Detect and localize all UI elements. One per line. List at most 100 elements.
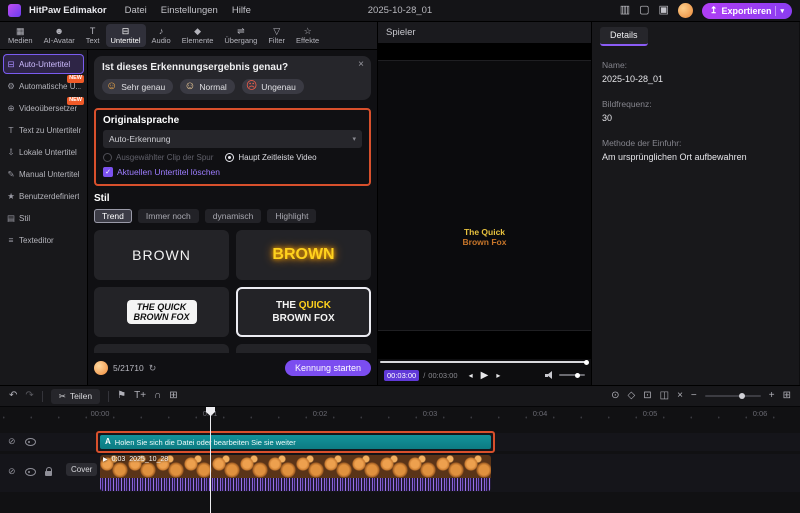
field-value: 30 — [602, 113, 789, 123]
text-icon: T — [90, 27, 96, 36]
feedback-option-normal[interactable]: ☺Normal — [180, 79, 235, 94]
style-preview-word: THE — [276, 300, 296, 311]
style-tab-dynamisch[interactable]: dynamisch — [205, 209, 262, 223]
zoom-out-icon[interactable]: − — [691, 391, 697, 401]
feedback-bubble-icon[interactable]: ▢ — [639, 5, 649, 16]
style-tab-immer-noch[interactable]: Immer noch — [138, 209, 199, 223]
feedback-option-ungenau[interactable]: ☹Ungenau — [242, 79, 304, 94]
video-preview[interactable]: The Quick Brown Fox — [378, 44, 591, 359]
sidebar-item-label: Texteditor — [19, 236, 54, 245]
magnet-icon[interactable]: ∩ — [154, 391, 161, 401]
volume-slider[interactable] — [559, 374, 585, 376]
sidebar-item-automatische-untertitel[interactable]: ⚙Automatische U...NEW — [3, 76, 84, 96]
account-avatar[interactable] — [94, 361, 108, 375]
playhead[interactable] — [210, 407, 211, 513]
play-icon[interactable]: ▶ — [481, 370, 489, 381]
split-label: Teilen — [70, 391, 92, 401]
feedback-option-sehr-genau[interactable]: ☺Sehr genau — [102, 79, 173, 94]
subtitle-track-visibility-icon[interactable] — [25, 437, 36, 446]
ruler-label: 0:05 — [641, 409, 660, 418]
voiceover-mic-icon[interactable]: ⊙ — [611, 391, 619, 401]
refresh-icon[interactable]: ↻ — [149, 363, 157, 374]
zoom-slider-handle[interactable] — [739, 393, 745, 399]
style-preview-line: THE QUICK — [134, 302, 190, 312]
prev-frame-icon[interactable]: ◂ — [469, 371, 473, 380]
marker-icon[interactable]: ⚑ — [117, 391, 126, 401]
volume-icon[interactable] — [545, 371, 554, 380]
next-frame-icon[interactable]: ▸ — [496, 371, 500, 380]
keyframe-icon[interactable]: ◇ — [628, 391, 636, 401]
volume-handle[interactable] — [575, 373, 580, 378]
style-card-white-box[interactable]: THE QUICK BROWN FOX — [94, 287, 229, 337]
player-panel: Spieler The Quick Brown Fox 00:03:00 /00… — [378, 22, 592, 385]
delete-icon[interactable]: × — [677, 391, 683, 401]
sidebar-item-texteditor[interactable]: ≡Texteditor — [3, 230, 84, 250]
subtitle-track-disable-icon[interactable]: ⊘ — [8, 436, 16, 447]
add-text-icon[interactable]: T+ — [134, 391, 146, 401]
sidebar-item-lokale-untertitel[interactable]: ⇩Lokale Untertitel — [3, 142, 84, 162]
tab-text[interactable]: TText — [81, 24, 105, 47]
tab-untertitel[interactable]: ⊟Untertitel — [106, 24, 146, 47]
video-track-visibility-icon[interactable] — [25, 467, 36, 476]
export-button[interactable]: ↥ Exportieren ▾ — [702, 3, 792, 19]
language-dropdown[interactable]: Auto-Erkennung ▾ — [103, 130, 362, 148]
menu-hilfe[interactable]: Hilfe — [232, 5, 251, 16]
radio-main-timeline[interactable]: Haupt Zeitleiste Video — [225, 153, 316, 162]
zoom-slider[interactable] — [705, 395, 761, 397]
layout-panels-icon[interactable]: ▥ — [620, 5, 630, 16]
ripple-icon[interactable]: ⊞ — [169, 391, 177, 401]
menu-datei[interactable]: Datei — [125, 5, 147, 16]
tab-ai-avatar[interactable]: ☻AI-Avatar — [39, 24, 80, 47]
delete-current-subtitles-checkbox[interactable]: ✓ Aktuellen Untertitel löschen — [103, 167, 362, 177]
video-track-lock-icon[interactable] — [45, 467, 53, 476]
style-card-yellow-highlight[interactable]: THE QUICK BROWN FOX — [94, 344, 229, 353]
style-card-plain[interactable]: BROWN — [94, 230, 229, 280]
zoom-in-icon[interactable]: + — [769, 391, 775, 401]
menu-einstellungen[interactable]: Einstellungen — [161, 5, 218, 16]
effects-icon: ☆ — [304, 27, 312, 36]
tab-elemente[interactable]: ◆Elemente — [177, 24, 219, 47]
user-avatar[interactable] — [678, 3, 693, 18]
style-tab-highlight[interactable]: Highlight — [267, 209, 316, 223]
video-clip[interactable]: ▶ 0:03 2025_10_28 — [100, 455, 491, 491]
split-button[interactable]: ✂ Teilen — [51, 389, 100, 404]
sidebar-item-manual-untertitel[interactable]: ✎Manual Untertitel — [3, 164, 84, 184]
seek-handle[interactable] — [584, 360, 589, 365]
tab-uebergang[interactable]: ⇌Übergang — [219, 24, 262, 47]
cover-button[interactable]: Cover — [66, 463, 97, 476]
tab-audio[interactable]: ♪Audio — [147, 24, 176, 47]
close-icon[interactable]: × — [358, 59, 364, 70]
radio-selected-clip[interactable]: Ausgewählter Clip der Spur — [103, 153, 213, 162]
tab-details[interactable]: Details — [600, 27, 648, 46]
style-card-purple-highlight[interactable]: THE QUICK BROWN FOX — [236, 344, 371, 353]
sidebar-item-stil[interactable]: ▤Stil — [3, 208, 84, 228]
clip-play-icon: ▶ — [103, 456, 108, 463]
player-controls: 00:03:00 /00:03:00 ◂ ▶ ▸ — [378, 365, 591, 385]
redo-icon[interactable]: ↷ — [25, 391, 33, 401]
subtitle-clip[interactable]: A Holen Sie sich die Datei oder bearbeit… — [100, 435, 491, 449]
style-card-glow[interactable]: BROWN — [236, 230, 371, 280]
sidebar-item-auto-untertitel[interactable]: ⊟Auto-Untertitel — [3, 54, 84, 74]
style-tab-trend[interactable]: Trend — [94, 209, 132, 223]
export-chevron-icon[interactable]: ▾ — [780, 7, 784, 15]
tab-effekte[interactable]: ☆Effekte — [291, 24, 324, 47]
gift-icon[interactable]: ▣ — [659, 5, 669, 16]
app-window: HitPaw Edimakor Datei Einstellungen Hilf… — [0, 0, 800, 513]
time-ruler[interactable]: 00:00 0:01 0:02 0:03 0:04 0:05 0:06 — [0, 407, 800, 420]
tab-filter[interactable]: ▽Filter — [263, 24, 290, 47]
crop-icon[interactable]: ⊡ — [643, 391, 651, 401]
tab-medien[interactable]: ▦Medien — [3, 24, 38, 47]
start-recognition-button[interactable]: Kennung starten — [285, 360, 371, 376]
video-track-mute-icon[interactable]: ⊘ — [8, 466, 16, 477]
sidebar-item-benutzerdefiniert[interactable]: ★Benutzerdefiniert — [3, 186, 84, 206]
mirror-icon[interactable]: ◫ — [660, 391, 669, 401]
current-time[interactable]: 00:03:00 — [384, 370, 419, 381]
sidebar-item-videouebersetzer[interactable]: ⊕VideoübersetzerNEW — [3, 98, 84, 118]
ruler-label: 0:04 — [531, 409, 550, 418]
undo-icon[interactable]: ↶ — [9, 391, 17, 401]
ruler-label: 00:00 — [89, 409, 112, 418]
sidebar-item-text-zu-untertiteln[interactable]: TText zu Untertiteln — [3, 120, 84, 140]
fit-timeline-icon[interactable]: ⊞ — [783, 391, 791, 401]
style-card-two-tone-selected[interactable]: THE QUICK BROWN FOX — [236, 287, 371, 337]
player-header: Spieler — [378, 22, 591, 44]
